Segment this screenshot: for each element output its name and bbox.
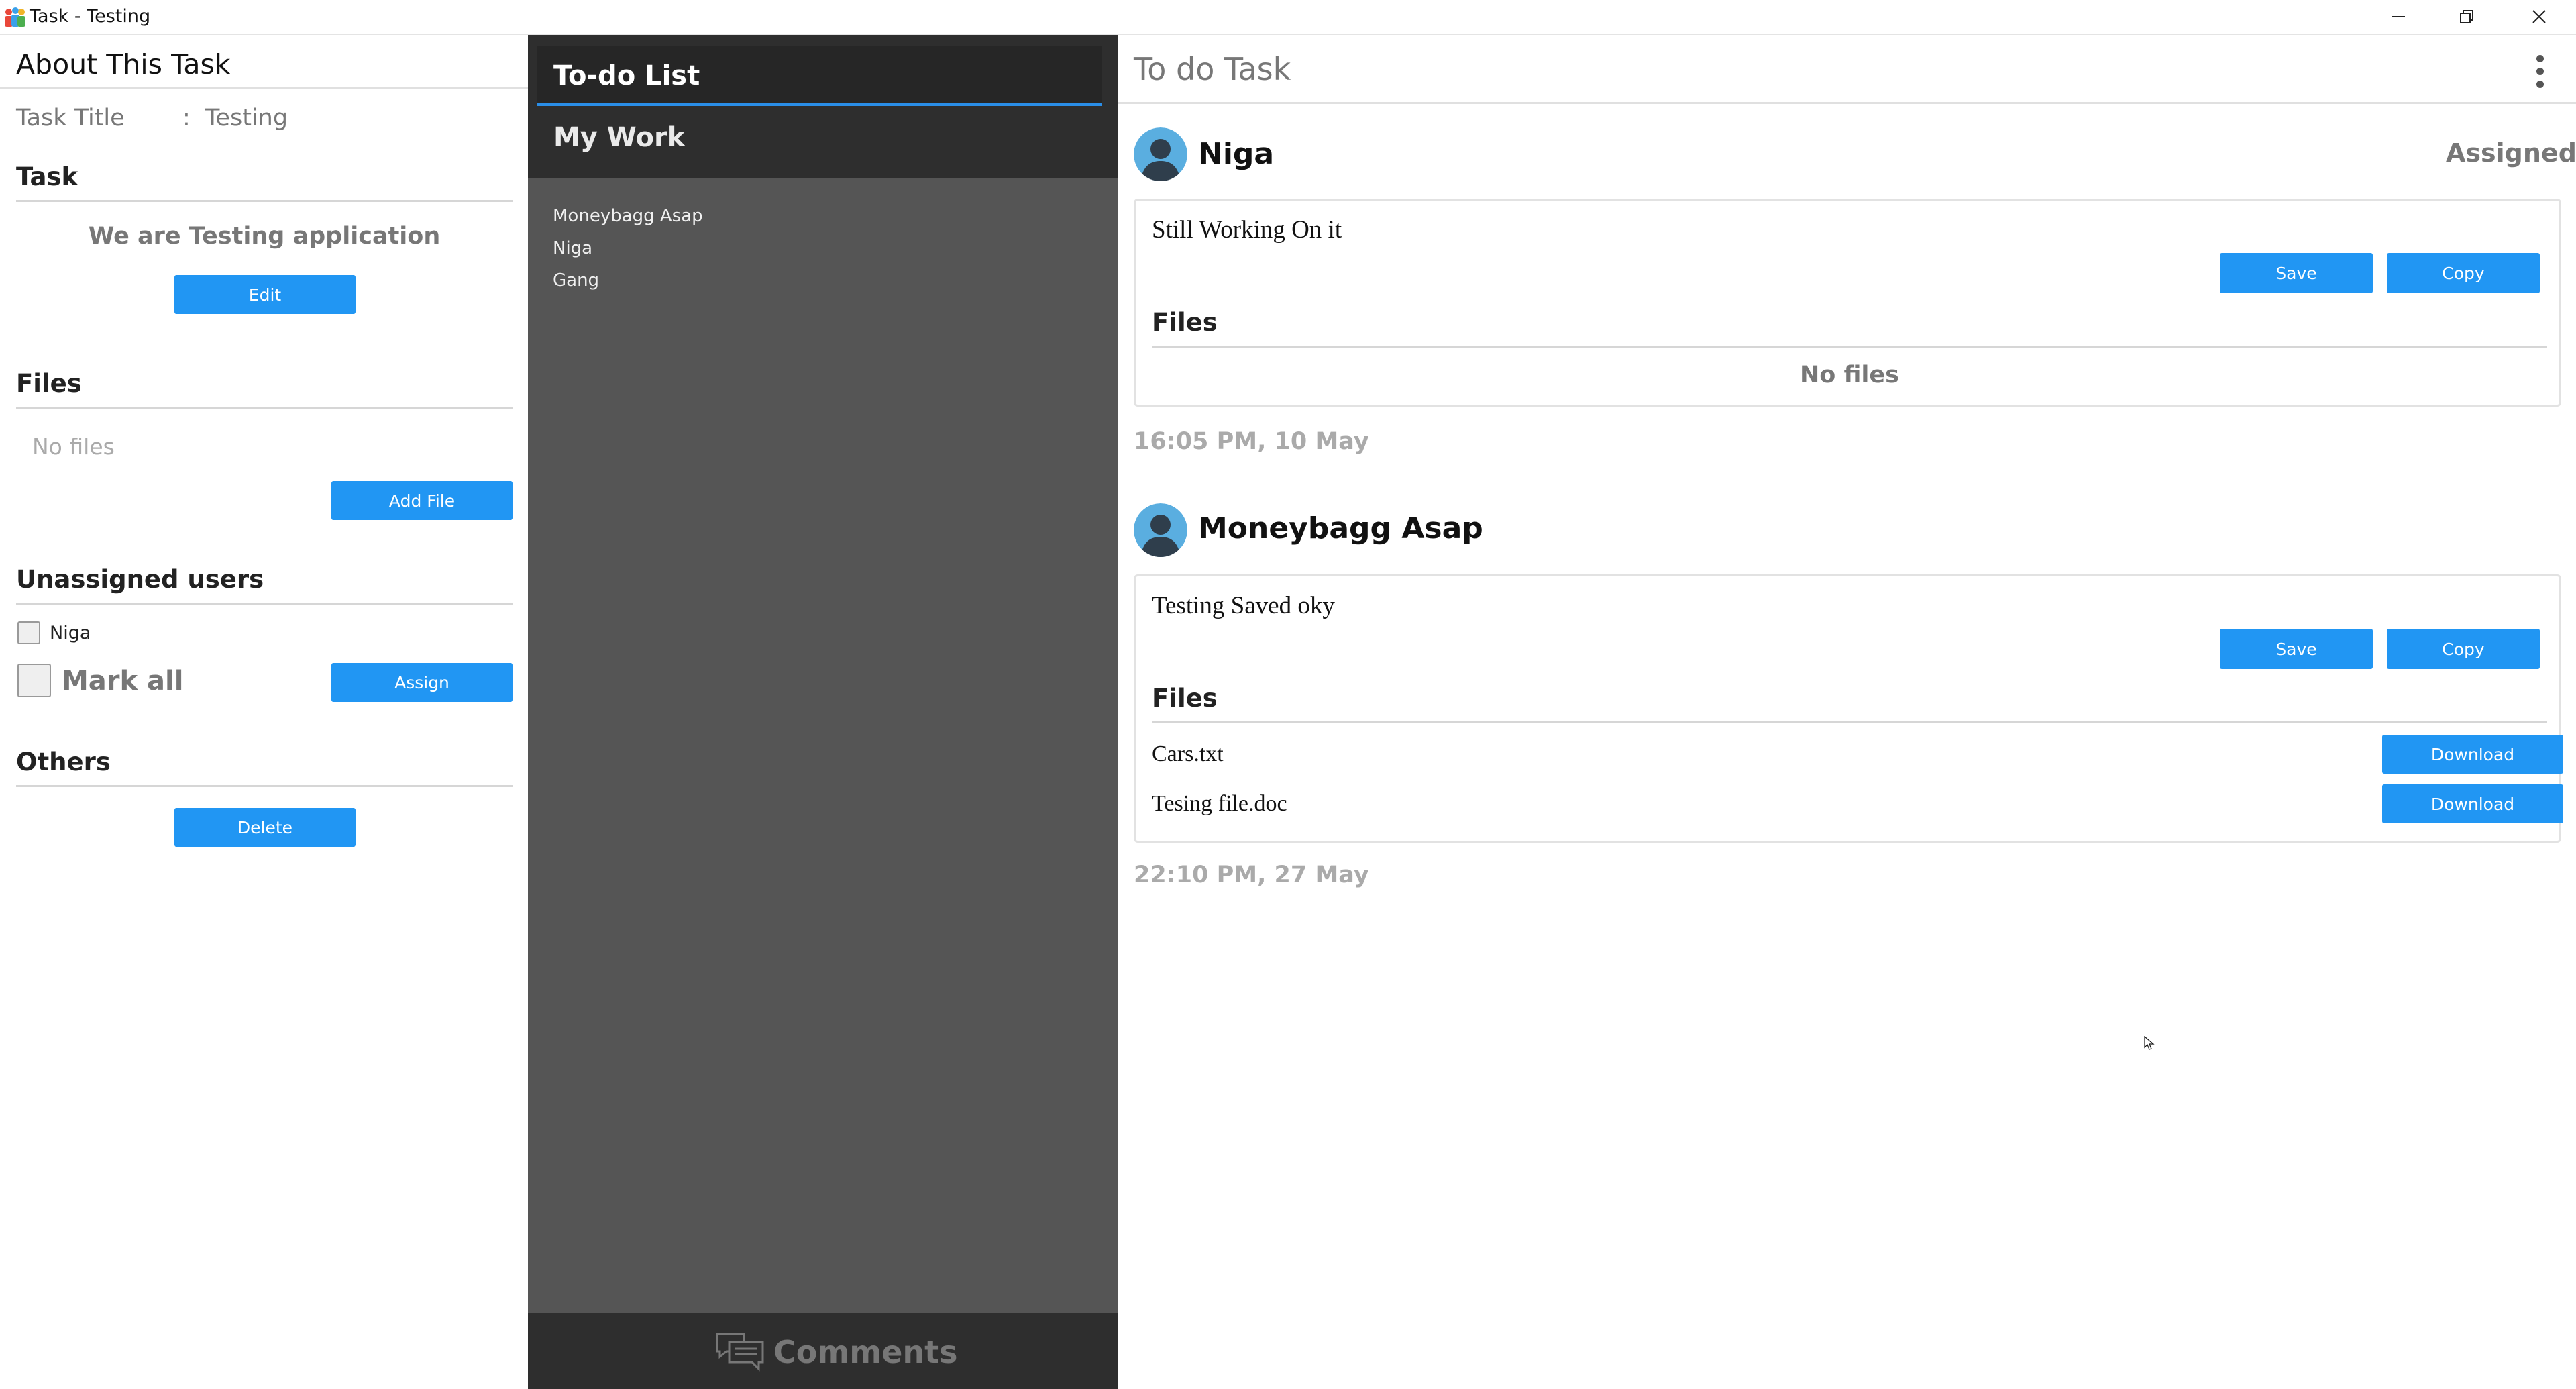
task-title-value: Testing (205, 105, 288, 132)
restore-icon (2460, 10, 2473, 23)
task-title-separator: : (182, 105, 191, 132)
comments-label: Comments (773, 1334, 958, 1370)
tab-todo-list[interactable]: To-do List (537, 46, 1102, 106)
minimize-button[interactable] (2361, 0, 2435, 34)
delete-button[interactable]: Delete (174, 808, 356, 847)
member-list: Moneybagg Asap Niga Gang (553, 200, 703, 297)
others-section-heading: Others (16, 748, 111, 776)
comments-button[interactable]: Comments (528, 1313, 1118, 1389)
mark-all-label: Mark all (62, 666, 184, 697)
edit-button[interactable]: Edit (174, 275, 356, 314)
mouse-cursor-icon (2144, 1036, 2155, 1050)
download-button[interactable]: Download (2382, 735, 2563, 774)
task-title-label: Task Title (16, 105, 125, 132)
user-avatar-icon (1134, 127, 1187, 181)
minimize-icon (2392, 16, 2405, 17)
task-description: We are Testing application (88, 223, 441, 250)
comment-card: Still Working On it Save Copy Files No f… (1134, 199, 2561, 407)
comment-text: Testing Saved oky (1152, 592, 1335, 619)
tab-label: To-do List (553, 60, 700, 91)
save-button[interactable]: Save (2220, 629, 2373, 669)
comment-author: Niga (1198, 137, 1275, 171)
divider (16, 200, 513, 202)
comment-timestamp: 16:05 PM, 10 May (1134, 428, 1369, 455)
divider (1118, 102, 2576, 104)
copy-button[interactable]: Copy (2387, 629, 2540, 669)
comment-author: Moneybagg Asap (1198, 511, 1483, 546)
nav-tabs: To-do List My Work (528, 35, 1118, 178)
tab-my-work[interactable]: My Work (537, 109, 1102, 169)
file-name: Cars.txt (1152, 741, 1224, 766)
list-item[interactable]: Moneybagg Asap (553, 200, 703, 232)
close-button[interactable] (2502, 0, 2576, 34)
navigation-panel: To-do List My Work Moneybagg Asap Niga G… (528, 35, 1118, 1389)
divider (16, 603, 513, 605)
comments-icon (716, 1333, 764, 1372)
status-badge: Assigned (2446, 138, 2576, 168)
files-section-heading: Files (16, 369, 82, 398)
task-detail-panel: To do Task Niga Assigned Still Working O… (1118, 35, 2576, 1389)
task-info-panel: About This Task Task Title : Testing Tas… (0, 35, 528, 1389)
file-name: Tesing file.doc (1152, 791, 1287, 816)
title-bar: Task - Testing (0, 0, 2576, 35)
copy-button[interactable]: Copy (2387, 253, 2540, 293)
comment-card: Testing Saved oky Save Copy Files Cars.t… (1134, 574, 2563, 843)
save-button[interactable]: Save (2220, 253, 2373, 293)
files-empty-text: No files (1799, 362, 1900, 389)
add-file-button[interactable]: Add File (331, 481, 513, 520)
unassigned-users-heading: Unassigned users (16, 565, 264, 594)
comment-text: Still Working On it (1152, 216, 1342, 244)
divider (16, 407, 513, 409)
kebab-menu-icon[interactable] (2533, 55, 2546, 93)
files-heading: Files (1152, 684, 1218, 713)
assign-button[interactable]: Assign (331, 663, 513, 702)
tab-label: My Work (553, 122, 686, 153)
detail-title: To do Task (1134, 51, 1291, 87)
app-icon (5, 7, 25, 27)
user-label-niga: Niga (50, 623, 91, 644)
divider (16, 785, 513, 787)
list-item[interactable]: Gang (553, 264, 703, 297)
user-avatar-icon (1134, 503, 1187, 557)
divider (1152, 721, 2547, 723)
files-empty-text: No files (32, 433, 115, 460)
task-section-heading: Task (16, 162, 78, 191)
divider (0, 87, 528, 89)
list-item[interactable]: Niga (553, 232, 703, 264)
user-checkbox-niga[interactable] (17, 621, 40, 644)
window-title: Task - Testing (30, 6, 151, 27)
close-icon (2532, 10, 2546, 23)
download-button[interactable]: Download (2382, 784, 2563, 823)
panel-title: About This Task (16, 48, 231, 81)
mark-all-checkbox[interactable] (17, 664, 51, 697)
comment-timestamp: 22:10 PM, 27 May (1134, 862, 1369, 888)
files-heading: Files (1152, 308, 1218, 337)
restore-button[interactable] (2430, 0, 2504, 34)
divider (1152, 346, 2547, 348)
